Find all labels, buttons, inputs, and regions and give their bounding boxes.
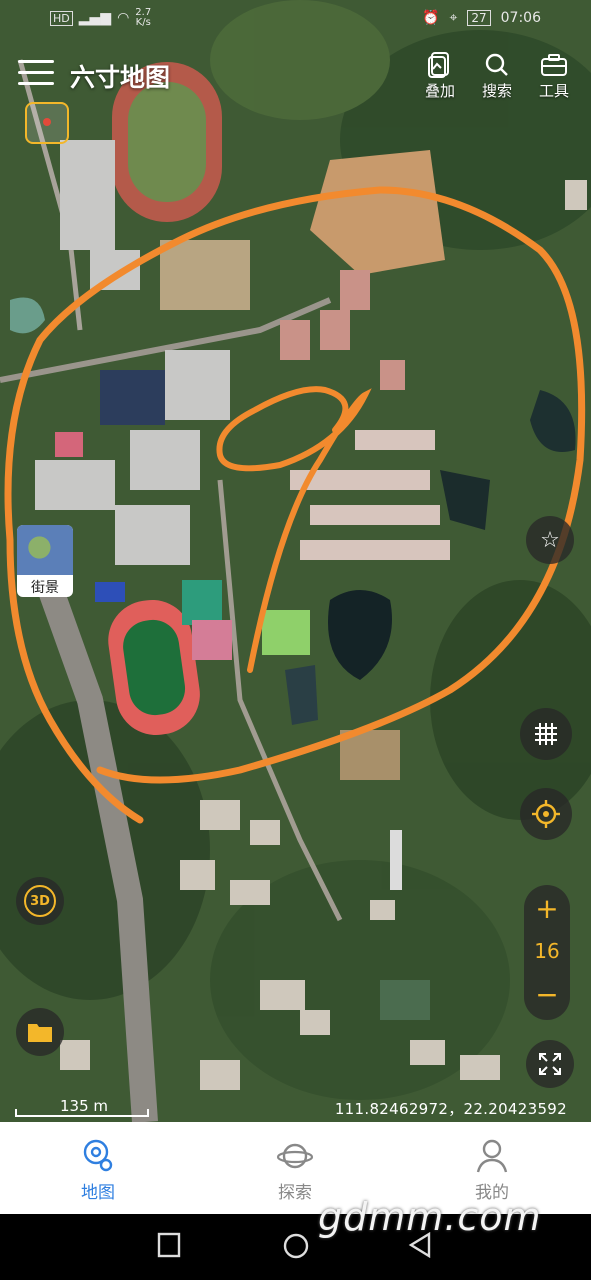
zoom-level: 16 [534,939,560,963]
scale-label: 135 m [60,1097,109,1115]
location-marker[interactable] [25,102,69,144]
star-icon: ☆ [540,527,560,553]
menu-button[interactable] [18,60,54,88]
toolbox-icon [529,50,579,80]
favorite-button[interactable]: ☆ [526,516,574,564]
green-field [262,610,310,655]
top-bar: 六寸地图 叠加 搜索 工具 [0,48,591,108]
layers-icon [415,50,465,80]
layers-button[interactable]: 叠加 [415,50,465,101]
lake [380,980,430,1020]
alarm-icon: ⏰ [422,10,440,26]
marker-dot-icon [43,118,51,126]
rotate-3d-icon: 3D [24,885,56,917]
scale-bar: 135 m [15,1097,149,1117]
location-icon: ⌖ [449,10,458,26]
fullscreen-button[interactable] [526,1040,574,1088]
blue-panels [95,582,125,602]
hd-icon: HD [50,10,73,26]
net-speed: 2.7 K/s [135,7,152,28]
pink-court [55,432,83,457]
clock: 07:06 [500,10,541,26]
water-canal [390,830,402,890]
planet-icon [245,1134,345,1178]
street-view-button[interactable]: 街景 [17,525,73,597]
coordinates: 111.82462972，22.20423592 [334,1100,567,1118]
app-title: 六寸地图 [70,63,171,92]
locate-button[interactable] [520,788,572,840]
tab-mine[interactable]: 我的 [442,1134,542,1203]
folder-icon [28,1024,52,1042]
zoom-in-button[interactable]: + [524,885,570,931]
battery-icon: 27 [467,10,491,26]
search-icon [472,50,522,80]
zoom-control: + 16 − [524,885,570,1020]
tools-button[interactable]: 工具 [529,50,579,101]
wifi-icon: ◠ [117,10,130,26]
folder-button[interactable] [16,1008,64,1056]
blue-roof-building [100,370,165,425]
map-pin-icon [48,1134,148,1178]
crosshair-icon [532,800,560,828]
tab-explore[interactable]: 探索 [245,1134,345,1203]
signal-icon: ▂▄▆ [78,10,112,26]
expand-icon [539,1053,561,1075]
user-icon [442,1134,542,1178]
search-button[interactable]: 搜索 [472,50,522,101]
recent-apps-button[interactable] [157,1232,181,1258]
grid-icon [535,723,557,745]
globe-thumbnail [17,525,73,575]
status-bar: HD ▂▄▆ ◠ 2.7 K/s ⏰ ⌖ 27 07:06 [0,0,591,40]
bare-ground [160,240,250,310]
home-button[interactable] [282,1232,310,1260]
zoom-out-button[interactable]: − [524,971,570,1017]
tennis-courts [182,580,222,625]
grid-button[interactable] [520,708,572,760]
tab-map[interactable]: 地图 [48,1134,148,1203]
three-d-button[interactable]: 3D [16,877,64,925]
street-view-label: 街景 [31,580,59,596]
satellite-map[interactable] [0,0,591,1122]
basketball-courts [192,620,232,660]
watermark: gdmm.com [318,1195,542,1239]
